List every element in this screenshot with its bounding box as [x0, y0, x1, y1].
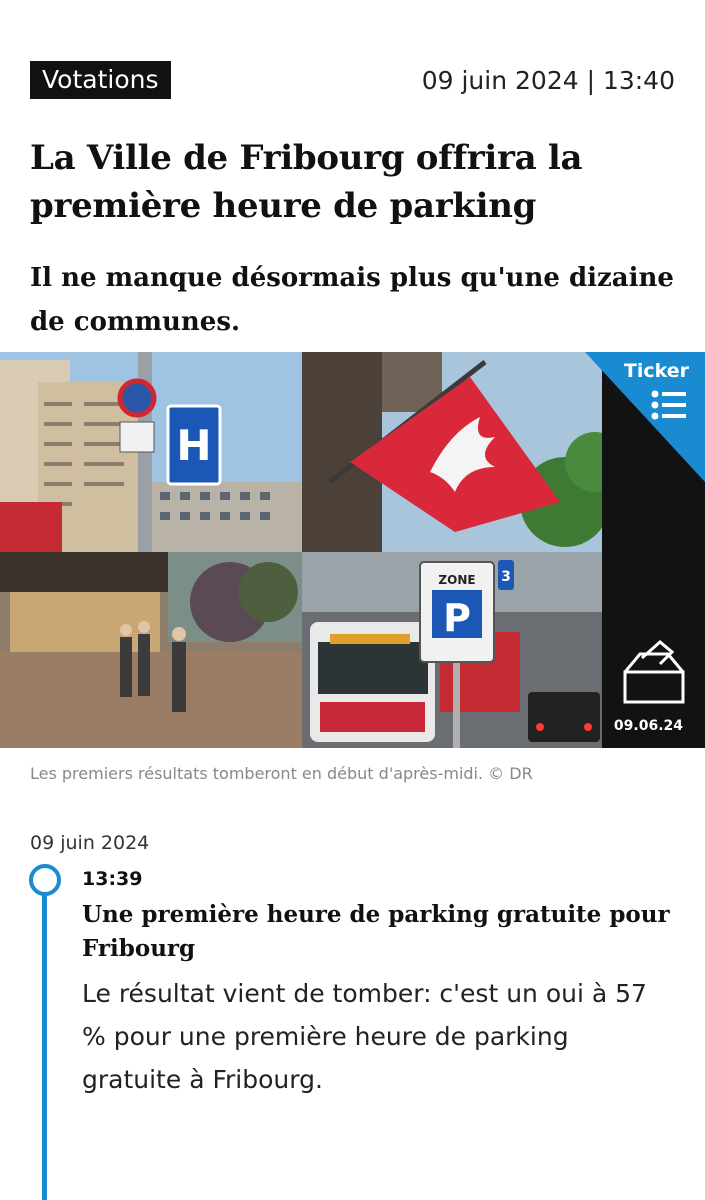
hero-collage: H ZONE P 3 [0, 352, 705, 748]
feed-date: 09 juin 2024 [30, 832, 150, 854]
svg-text:ZONE: ZONE [438, 573, 475, 587]
list-icon[interactable] [651, 390, 687, 420]
category-badge[interactable]: Votations [30, 61, 171, 99]
entry-body: Le résultat vient de tomber: c'est un ou… [82, 979, 647, 1094]
article-header: Votations 09 juin 2024 | 13:40 [30, 60, 675, 100]
article-title: La Ville de Fribourg offrira la première… [30, 138, 583, 226]
article-lead: Il ne manque désormais plus qu'une dizai… [30, 263, 674, 337]
ticker-label[interactable]: Ticker [624, 360, 689, 382]
hero-image[interactable]: H ZONE P 3 Ticker 09.06.24 [0, 352, 705, 748]
timeline-line [42, 892, 47, 1200]
publish-datetime: 09 juin 2024 | 13:40 [421, 65, 675, 95]
entry-time: 13:39 [82, 868, 143, 890]
ballot-date: 09.06.24 [613, 718, 683, 734]
svg-text:3: 3 [501, 569, 511, 585]
svg-text:P: P [443, 596, 471, 640]
timeline-dot [29, 864, 61, 896]
image-caption: Les premiers résultats tomberont en débu… [30, 764, 533, 783]
entry-title[interactable]: Une première heure de parking gratuite p… [82, 898, 681, 966]
svg-text:H: H [176, 421, 211, 470]
